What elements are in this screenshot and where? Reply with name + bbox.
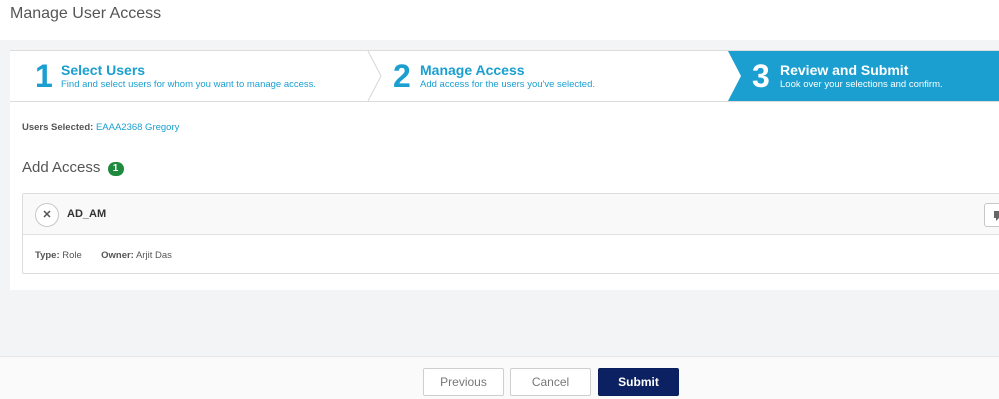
owner-value: Arjit Das (135, 250, 172, 261)
submit-button[interactable]: Submit (598, 368, 679, 396)
add-access-heading: Add Access 1 (22, 159, 124, 176)
step-number: 3 (752, 58, 770, 94)
add-access-title: Add Access (22, 159, 101, 176)
wizard-steps: 1 Select Users Find and select users for… (10, 50, 999, 102)
step-title: Select Users (61, 62, 146, 78)
users-selected: Users Selected: EAAA2368 Gregory (22, 122, 179, 133)
wizard-step-review-submit[interactable]: 3 Review and Submit Look over your selec… (730, 51, 999, 101)
comment-icon (994, 211, 999, 221)
access-item-card: ✕ AD_AM Type: Role Owner: Arjit Das (22, 193, 999, 274)
step-title: Manage Access (420, 62, 525, 78)
previous-button[interactable]: Previous (423, 368, 504, 396)
close-icon: ✕ (42, 209, 52, 221)
access-item-name: AD_AM (67, 208, 107, 220)
step-number: 2 (393, 58, 411, 94)
access-item-details: Type: Role Owner: Arjit Das (35, 250, 172, 261)
footer-actions: Previous Cancel Submit (0, 356, 999, 399)
step-description: Add access for the users you've selected… (420, 79, 596, 90)
cancel-button[interactable]: Cancel (510, 368, 591, 396)
wizard-step-manage-access[interactable]: 2 Manage Access Add access for the users… (370, 51, 730, 101)
wizard-step-select-users[interactable]: 1 Select Users Find and select users for… (10, 51, 370, 101)
step-description: Look over your selections and confirm. (780, 79, 943, 90)
remove-access-button[interactable]: ✕ (35, 203, 59, 227)
step-title: Review and Submit (780, 62, 909, 78)
users-selected-label: Users Selected: (22, 122, 94, 133)
type-value: Role (62, 250, 82, 261)
review-panel: Users Selected: EAAA2368 Gregory Add Acc… (10, 102, 999, 290)
access-count-badge: 1 (107, 162, 124, 176)
step-description: Find and select users for whom you want … (61, 79, 317, 90)
comment-button[interactable] (984, 203, 999, 227)
title-bar: Manage User Access (0, 0, 999, 40)
users-selected-value[interactable]: EAAA2368 Gregory (96, 122, 179, 133)
access-item-header: ✕ AD_AM (23, 194, 999, 235)
step-number: 1 (35, 58, 53, 94)
page-title: Manage User Access (10, 5, 162, 22)
owner-label: Owner: (101, 250, 134, 261)
type-label: Type: (35, 250, 60, 261)
